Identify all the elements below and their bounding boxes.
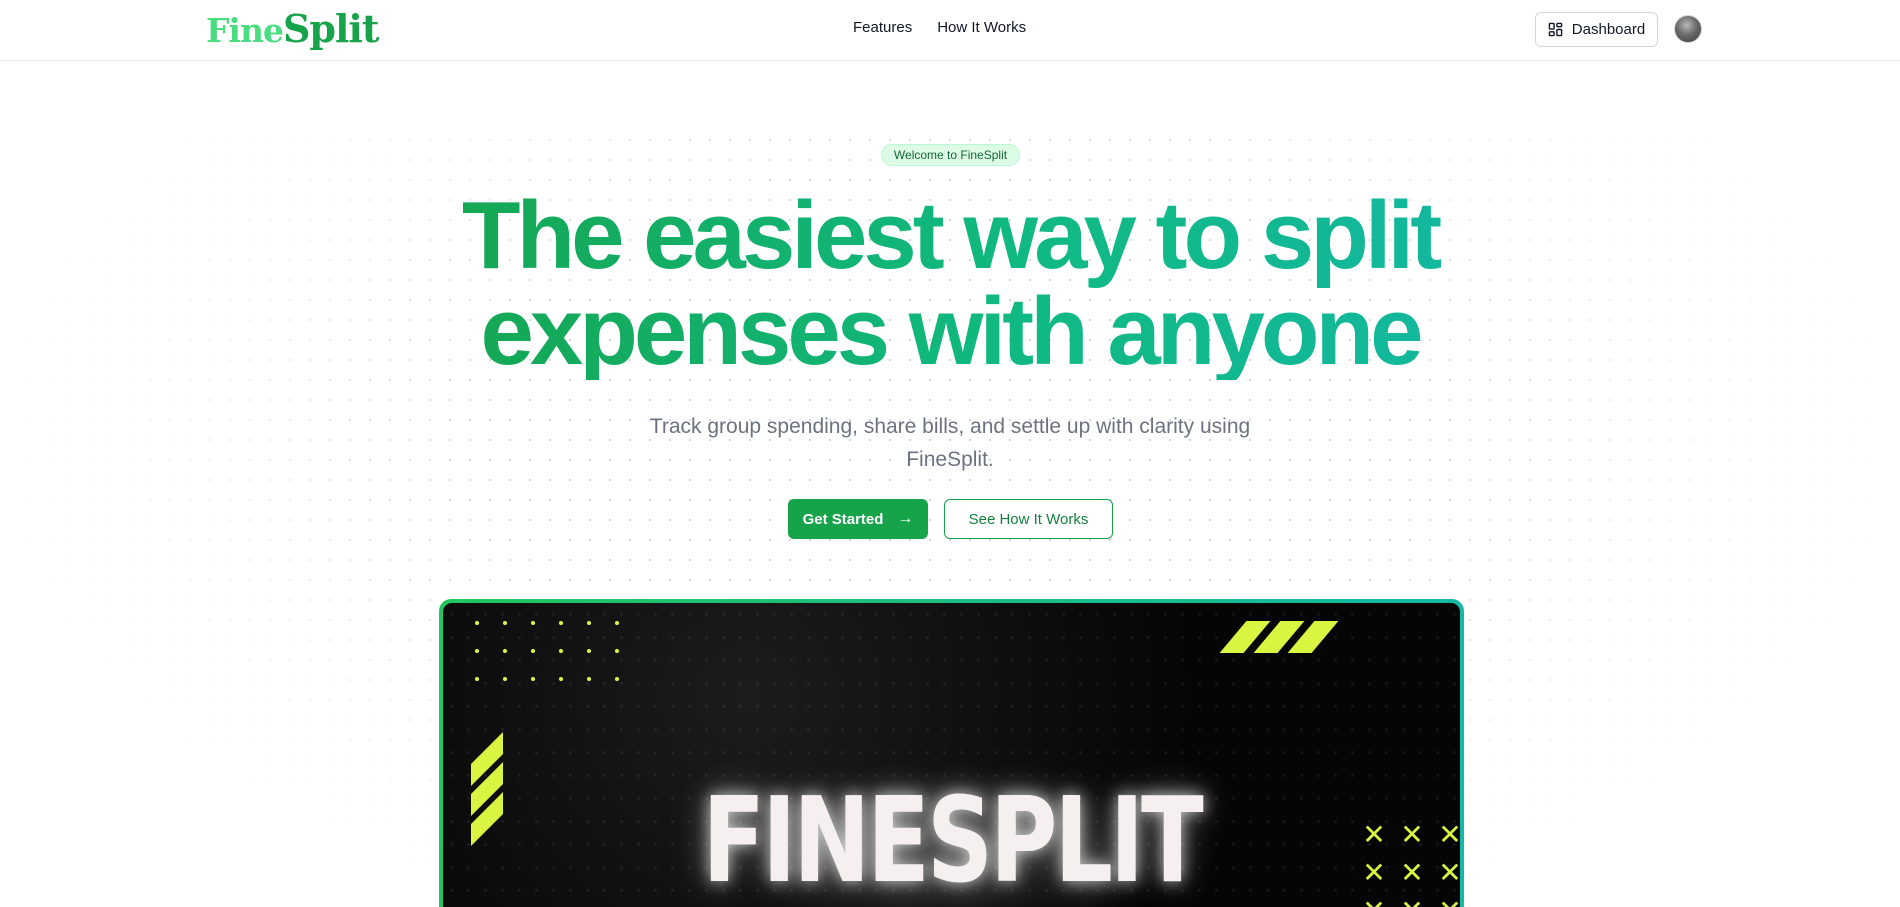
headline-line-1: The easiest way to split (461, 182, 1439, 289)
layout-grid-icon (1548, 22, 1563, 37)
welcome-badge: Welcome to FineSplit (881, 144, 1020, 166)
preview-title: FINESPLIT (702, 771, 1203, 907)
nav-link-how-it-works[interactable]: How It Works (937, 19, 1026, 36)
see-how-it-works-button[interactable]: See How It Works (944, 499, 1113, 539)
decorative-stripes-left (471, 732, 503, 846)
arrow-right-icon: → (897, 510, 914, 527)
preview-frame: ✕✕✕ ✕✕✕ ✕✕✕ FINESPLIT (439, 599, 1464, 907)
site-header: Fine Split Features How It Works Dashboar… (0, 0, 1900, 61)
nav-link-features[interactable]: Features (853, 19, 912, 36)
get-started-button[interactable]: Get Started → (788, 499, 928, 539)
decorative-stripes-top (1219, 621, 1339, 653)
main-nav: Features How It Works (853, 19, 1026, 36)
logo-text-fine: Fine (206, 11, 284, 50)
get-started-label: Get Started (802, 510, 884, 528)
headline-line-2: expenses with anyone (480, 278, 1420, 385)
logo-text-split: Split (282, 6, 379, 51)
hero-headline: The easiest way to split expenses with a… (330, 188, 1570, 380)
decorative-cross-grid: ✕✕✕ ✕✕✕ ✕✕✕ (1362, 818, 1460, 907)
user-avatar[interactable] (1674, 15, 1702, 43)
dashboard-button-label: Dashboard (1571, 21, 1646, 38)
preview-banner-image: ✕✕✕ ✕✕✕ ✕✕✕ FINESPLIT (443, 603, 1460, 907)
dashboard-button[interactable]: Dashboard (1535, 12, 1658, 47)
finesplit-logo[interactable]: Fine Split (206, 6, 379, 51)
decorative-dot-grid (463, 609, 643, 699)
hero-subtitle: Track group spending, share bills, and s… (649, 415, 1251, 471)
